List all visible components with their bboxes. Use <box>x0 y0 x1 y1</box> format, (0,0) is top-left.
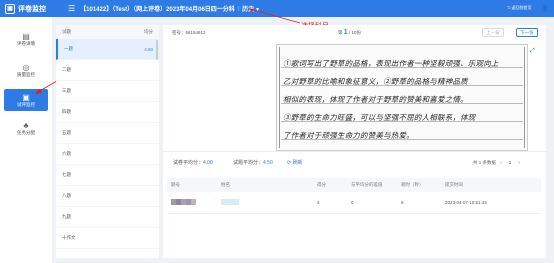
question-name: 五题 <box>62 130 71 135</box>
redacted-block <box>191 199 196 205</box>
sidebar-item-label: 任务分配 <box>17 129 35 135</box>
pagination: 共 1 条数据 ‹ 1 › <box>473 159 520 167</box>
monitor-icon: ▣ <box>22 92 30 102</box>
redacted-block <box>221 199 239 205</box>
question-row[interactable]: 四题 <box>56 102 159 123</box>
question-avg-label: 试题平均分： <box>233 160 264 166</box>
next-button[interactable]: 下一份 <box>516 28 538 37</box>
sidebar: ▤ 评卷详情 ◎ 质量监控 ▣ 试评监控 ♣ 任务分配 <box>0 17 52 263</box>
question-list-header: 试题 均分 <box>56 25 159 39</box>
question-avg-value: 4.50 <box>263 160 273 166</box>
question-name: 三题 <box>62 88 71 93</box>
user-icon[interactable]: 👤 <box>542 5 549 12</box>
app-logo: ▣ 评卷监控 <box>5 3 46 14</box>
paper-avg: 试卷平均分：4.00 <box>173 159 213 166</box>
col-header: 提交时间 <box>445 182 463 187</box>
col-header: 得分 <box>317 182 326 187</box>
chevron-right-icon[interactable]: › <box>518 160 520 165</box>
avg-col-header: 均分 <box>144 29 153 34</box>
paper-pager: 第 1 / 10份 <box>338 29 361 36</box>
table-row[interactable]: 4 0 6 2023-04-07 10:51:43 <box>167 192 541 214</box>
paper-number: 密号：56154612 <box>172 30 206 35</box>
refresh-icon: ⟳ <box>287 160 292 166</box>
question-name: 二题 <box>62 67 71 72</box>
refresh-button[interactable]: ⟳ 刷新 <box>287 159 303 166</box>
sidebar-item-label: 试评监控 <box>17 101 35 107</box>
question-list-scrollbar[interactable] <box>156 40 158 60</box>
question-score: 4.50 <box>144 46 153 52</box>
question-name: 四题 <box>62 109 71 114</box>
question-name: 八题 <box>62 193 71 198</box>
question-col-header: 试题 <box>62 29 71 34</box>
question-row[interactable]: 六题 <box>56 144 159 165</box>
sidebar-item-label: 评卷详情 <box>17 40 35 46</box>
total-count: 共 1 条数据 <box>473 160 497 165</box>
handwriting-line: 相似的表现，体现了作者对于野草的赞美和喜爱之情。 <box>283 95 468 104</box>
exam-title: 【101422】（Test）（网上评卷）2023年04月06日四一分科 <box>80 7 235 13</box>
paper-avg-value: 4.00 <box>203 160 213 166</box>
row-score: 4 <box>317 200 320 205</box>
prev-button[interactable]: 上一份 <box>482 28 504 37</box>
sidebar-item-review-detail[interactable]: ▤ 评卷详情 <box>4 28 48 50</box>
question-name: 一题 <box>64 46 73 51</box>
top-right-actions: ⮌ 返回到首页 👤 <box>507 0 554 17</box>
col-header: 耗时（秒） <box>401 182 424 187</box>
question-row[interactable]: 五题 <box>56 123 159 144</box>
question-row[interactable]: 七题 <box>56 165 159 186</box>
row-diff: 0 <box>351 200 354 205</box>
return-home-label: 返回到首页 <box>511 5 532 10</box>
chevron-left-icon[interactable]: ‹ <box>500 160 502 165</box>
refresh-label: 刷新 <box>292 160 303 166</box>
question-row[interactable]: 三题 <box>56 81 159 102</box>
target-icon: ◎ <box>22 62 30 72</box>
col-header: 姓名 <box>221 182 230 187</box>
page-current: 1 <box>343 29 348 36</box>
question-name: 六题 <box>62 151 71 156</box>
question-row[interactable]: 二题 <box>56 60 159 81</box>
handwriting-line: 了作者对于顽强生命力的赞美与热爱。 <box>283 131 414 140</box>
question-name: 七题 <box>62 172 71 177</box>
title-divider: | <box>237 5 240 12</box>
question-avg: 试题平均分：4.50 <box>233 159 273 166</box>
question-row[interactable]: 八题 <box>56 186 159 207</box>
return-home-link[interactable]: ⮌ 返回到首页 <box>507 5 536 12</box>
question-name: 九题 <box>62 214 71 219</box>
question-list-panel: 试题 均分 一题 4.50 二题 三题 四题 五题 六题 七题 八题 九题 十作文 <box>56 25 159 258</box>
handwriting-line: 乙对野草的比喻和象征意义，②野草的品格与精神品质 <box>283 77 468 86</box>
col-header: 与平均分的差值 <box>351 182 383 187</box>
paper-avg-label: 试卷平均分： <box>173 160 204 166</box>
annotation-arrow <box>248 8 301 24</box>
question-name: 十作文 <box>62 235 76 240</box>
redacted-id <box>167 199 217 206</box>
page-number[interactable]: 1 <box>506 159 515 167</box>
app-name: 评卷监控 <box>18 5 46 13</box>
answer-image: ①歌词写出了野草的品格，表现出作者一种坚毅顽强、乐观向上 乙对野草的比喻和象征意… <box>276 44 528 151</box>
page-total: / 10份 <box>348 30 361 35</box>
sidebar-item-task-assign[interactable]: ♣ 任务分配 <box>4 117 48 139</box>
menu-icon[interactable]: ☰ <box>68 4 75 13</box>
handwriting-line: ①歌词写出了野草的品格，表现出作者一种坚毅顽强、乐观向上 <box>283 59 499 68</box>
handwriting-line: ③野草的生命力旺盛，可以与坚强不屈的人相联系，体现 <box>283 113 476 122</box>
redacted-name <box>217 199 317 206</box>
question-row[interactable]: 一题 4.50 <box>56 39 159 60</box>
doc-icon: ▤ <box>22 31 30 41</box>
divider <box>163 151 546 152</box>
fullscreen-icon[interactable]: ⤢ <box>530 48 535 55</box>
logo-icon: ▣ <box>5 3 15 14</box>
row-submitted: 2023-04-07 10:51:43 <box>445 200 487 205</box>
question-row[interactable]: 九题 <box>56 207 159 228</box>
question-row[interactable]: 十作文 <box>56 228 159 249</box>
col-header: 题号 <box>171 182 180 187</box>
row-time: 6 <box>401 200 404 205</box>
tree-icon: ♣ <box>23 120 29 130</box>
main-panel: 密号：56154612 第 1 / 10份 上一份 下一份 ⤢ ①歌词写出了野草… <box>163 25 546 258</box>
results-table: 题号 姓名 得分 与平均分的差值 耗时（秒） 提交时间 4 0 6 2023-0… <box>167 178 541 214</box>
table-header: 题号 姓名 得分 与平均分的差值 耗时（秒） 提交时间 <box>167 178 541 192</box>
